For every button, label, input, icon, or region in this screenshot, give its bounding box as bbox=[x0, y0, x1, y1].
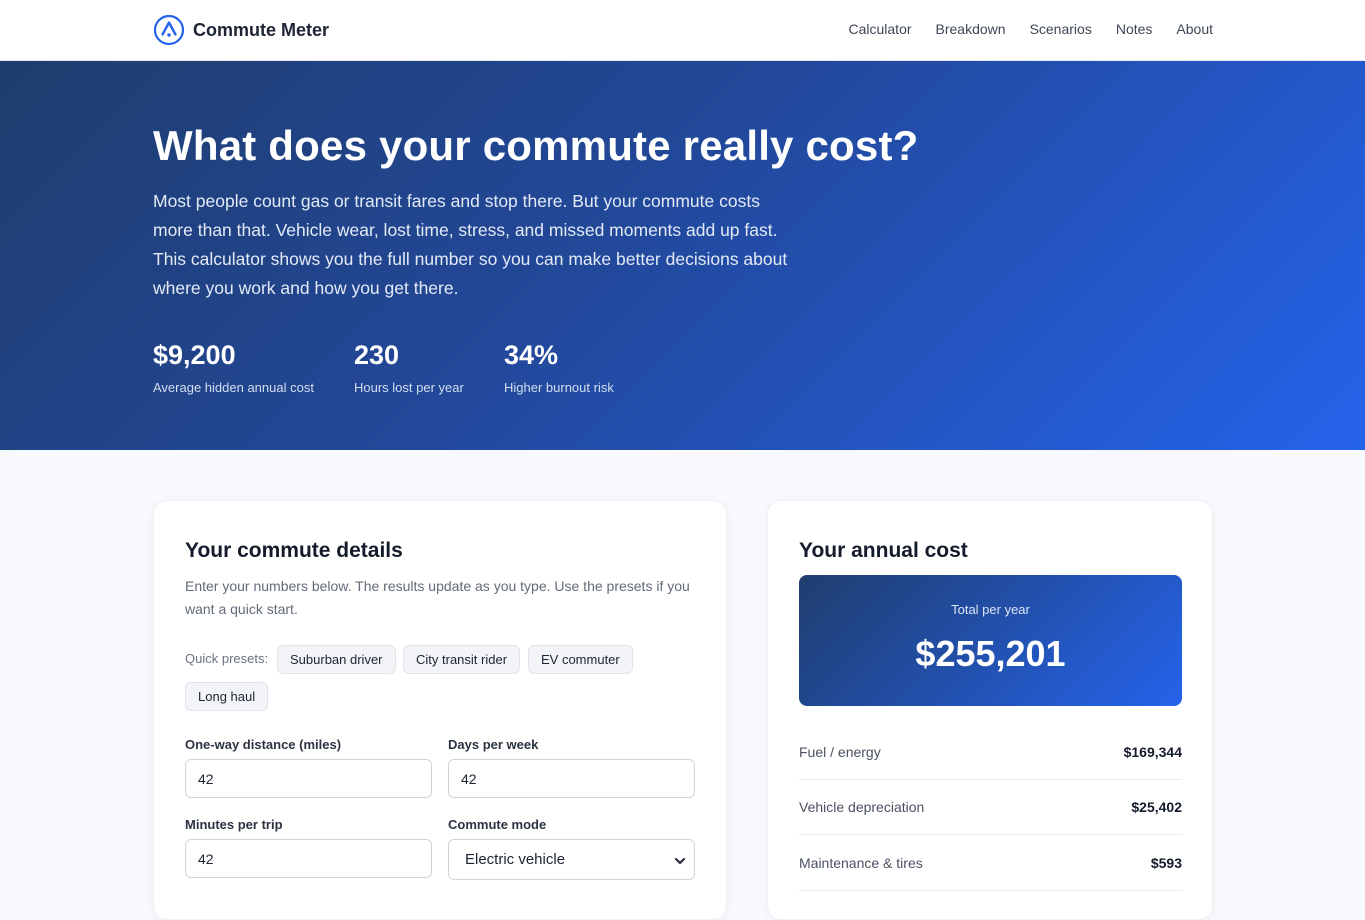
breakdown-value: $25,402 bbox=[1131, 799, 1182, 815]
annual-cost-card: Your annual cost Total per year $255,201… bbox=[767, 500, 1213, 920]
stat-label: Hours lost per year bbox=[354, 380, 464, 395]
brand-name: Commute Meter bbox=[193, 19, 330, 40]
commute-details-card: Your commute details Enter your numbers … bbox=[153, 500, 727, 920]
nav-link-notes[interactable]: Notes bbox=[1116, 21, 1153, 37]
breakdown-label: Fuel / energy bbox=[799, 744, 881, 760]
mode-label: Commute mode bbox=[448, 817, 547, 832]
hero: What does your commute really cost? Most… bbox=[0, 61, 1365, 450]
nav-link-about[interactable]: About bbox=[1176, 21, 1213, 37]
result-title: Your annual cost bbox=[799, 539, 968, 562]
navigation-arrow-icon bbox=[153, 14, 185, 46]
breakdown-row-maintenance: Maintenance & tires $593 bbox=[799, 836, 1182, 891]
stat-label: Higher burnout risk bbox=[504, 380, 614, 395]
chevron-down-icon bbox=[674, 854, 686, 866]
stat-value: 230 bbox=[354, 340, 400, 370]
total-cost-box: Total per year $255,201 bbox=[799, 575, 1182, 706]
stat-hidden-cost: $9,200 Average hidden annual cost bbox=[153, 340, 314, 395]
breakdown-label: Vehicle depreciation bbox=[799, 799, 925, 815]
stat-burnout-risk: 34% Higher burnout risk bbox=[504, 340, 614, 395]
details-title: Your commute details bbox=[185, 539, 403, 562]
distance-label: One-way distance (miles) bbox=[185, 737, 342, 752]
stat-hours-lost: 230 Hours lost per year bbox=[354, 340, 464, 395]
breakdown-row-depreciation: Vehicle depreciation $25,402 bbox=[799, 780, 1182, 835]
presets-label: Quick presets: bbox=[185, 651, 269, 666]
preset-long-haul[interactable]: Long haul bbox=[185, 682, 269, 711]
mode-select-value: Electric vehicle bbox=[465, 851, 566, 868]
stat-label: Average hidden annual cost bbox=[153, 380, 314, 395]
nav-links: Calculator Breakdown Scenarios Notes Abo… bbox=[824, 21, 1213, 37]
days-input[interactable] bbox=[448, 759, 695, 798]
nav-link-scenarios[interactable]: Scenarios bbox=[1030, 21, 1092, 37]
breakdown-label: Maintenance & tires bbox=[799, 855, 923, 871]
nav-link-calculator[interactable]: Calculator bbox=[848, 21, 911, 37]
details-intro: Enter your numbers below. The results up… bbox=[185, 578, 690, 617]
stat-value: 34% bbox=[504, 340, 559, 370]
preset-city-transit-rider[interactable]: City transit rider bbox=[403, 645, 521, 674]
days-label: Days per week bbox=[448, 737, 539, 752]
breakdown-value: $169,344 bbox=[1123, 744, 1182, 760]
mode-select[interactable]: Electric vehicle bbox=[448, 839, 695, 880]
total-label: Total per year bbox=[951, 602, 1030, 617]
minutes-input[interactable] bbox=[185, 839, 432, 878]
stat-value: $9,200 bbox=[153, 340, 236, 370]
nav-link-breakdown[interactable]: Breakdown bbox=[936, 21, 1006, 37]
preset-suburban-driver[interactable]: Suburban driver bbox=[277, 645, 396, 674]
total-value: $255,201 bbox=[915, 633, 1066, 674]
breakdown-value: $593 bbox=[1150, 855, 1182, 871]
preset-ev-commuter[interactable]: EV commuter bbox=[528, 645, 633, 674]
hero-description: Most people count gas or transit fares a… bbox=[153, 191, 788, 298]
minutes-label: Minutes per trip bbox=[185, 817, 283, 832]
distance-input[interactable] bbox=[185, 759, 432, 798]
hero-title: What does your commute really cost? bbox=[153, 122, 919, 169]
top-nav: Commute Meter Calculator Breakdown Scena… bbox=[0, 0, 1365, 61]
breakdown-row-fuel: Fuel / energy $169,344 bbox=[799, 725, 1182, 780]
brand[interactable]: Commute Meter bbox=[153, 14, 329, 46]
